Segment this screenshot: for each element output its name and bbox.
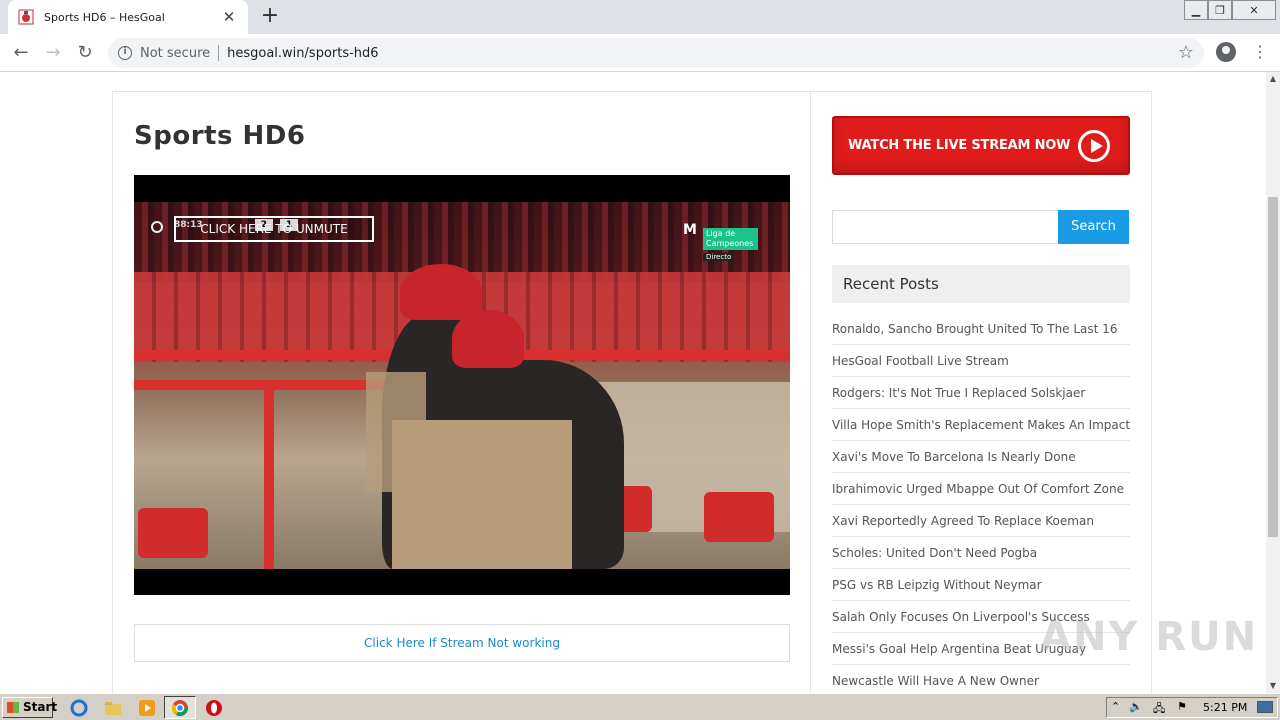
- tray-expand-icon[interactable]: ⌃: [1111, 700, 1120, 713]
- address-bar[interactable]: i Not secure hesgoal.win/sports-hd6 ☆: [108, 38, 1204, 68]
- red-post: [264, 380, 274, 569]
- play-icon: [1078, 130, 1110, 162]
- person-hat: [400, 264, 482, 320]
- recent-post-link[interactable]: HesGoal Football Live Stream: [832, 345, 1130, 377]
- recent-post-link[interactable]: Newcastle Will Have A New Owner: [832, 665, 1130, 693]
- stream-not-working-link[interactable]: Click Here If Stream Not working: [134, 624, 790, 662]
- tab-strip: Sports HD6 – HesGoal ✕ + ▁ ❐ ✕: [0, 0, 1280, 34]
- minimize-icon[interactable]: ▁: [1184, 0, 1208, 20]
- close-tab-icon[interactable]: ✕: [220, 8, 238, 26]
- forward-icon[interactable]: →: [40, 40, 66, 66]
- person-hat: [452, 310, 524, 368]
- folder-icon[interactable]: [104, 699, 122, 717]
- badge-line-2: Campeones: [706, 239, 754, 248]
- page-title: Sports HD6: [134, 121, 306, 151]
- red-seat: [138, 508, 208, 558]
- recent-post-link[interactable]: Ibrahimovic Urged Mbappe Out Of Comfort …: [832, 473, 1130, 505]
- browser-tab[interactable]: Sports HD6 – HesGoal ✕: [8, 0, 248, 34]
- media-player-icon[interactable]: [138, 699, 156, 717]
- recent-post-link[interactable]: Scholes: United Don't Need Pogba: [832, 537, 1130, 569]
- kebab-menu-icon[interactable]: ⋮: [1252, 42, 1268, 62]
- flag-icon[interactable]: ⚑: [1177, 700, 1187, 713]
- recent-post-link[interactable]: Ronaldo, Sancho Brought United To The La…: [832, 313, 1130, 345]
- broadcaster-logo-icon: M: [683, 222, 697, 238]
- url-text[interactable]: hesgoal.win/sports-hd6: [227, 46, 378, 61]
- search-input[interactable]: [832, 210, 1059, 244]
- start-label: Start: [23, 700, 58, 714]
- browser-toolbar: ← → ↻ i Not secure hesgoal.win/sports-hd…: [0, 34, 1280, 72]
- recent-post-link[interactable]: Villa Hope Smith's Replacement Makes An …: [832, 409, 1130, 441]
- opera-icon[interactable]: [205, 699, 223, 717]
- recent-post-link[interactable]: Xavi's Move To Barcelona Is Nearly Done: [832, 441, 1130, 473]
- recent-posts-heading: Recent Posts: [832, 265, 1130, 303]
- windows-taskbar: Start ⌃ 🔈 🖧 ⚑ 5:21 PM: [0, 693, 1280, 720]
- person-jacket: [392, 420, 572, 569]
- restore-icon[interactable]: ❐: [1208, 0, 1232, 20]
- banner-text: WATCH THE LIVE STREAM NOW: [848, 138, 1071, 153]
- unmute-button[interactable]: CLICK HERE TO UNMUTE: [174, 216, 374, 242]
- competition-logo-icon: [151, 221, 163, 233]
- recent-post-link[interactable]: Xavi Reportedly Agreed To Replace Koeman: [832, 505, 1130, 537]
- divider: [218, 45, 220, 61]
- show-desktop-icon[interactable]: [1257, 701, 1273, 713]
- live-stream-banner[interactable]: WATCH THE LIVE STREAM NOW: [832, 116, 1130, 175]
- start-button[interactable]: Start: [2, 697, 57, 718]
- internet-explorer-icon[interactable]: [70, 699, 88, 717]
- security-status: Not secure: [140, 45, 211, 61]
- page-viewport: Sports HD6 88:13 2 1 CLICK HERE TO UNMUT…: [0, 72, 1266, 693]
- recent-post-link[interactable]: Rodgers: It's Not True I Replaced Solskj…: [832, 377, 1130, 409]
- reload-icon[interactable]: ↻: [72, 40, 98, 66]
- network-icon[interactable]: 🖧: [1153, 700, 1165, 719]
- search-button[interactable]: Search: [1058, 210, 1129, 244]
- scroll-down-icon[interactable]: ▼: [1266, 679, 1280, 693]
- column-divider: [810, 91, 811, 693]
- recent-post-link[interactable]: PSG vs RB Leipzig Without Neymar: [832, 569, 1130, 601]
- back-icon[interactable]: ←: [8, 40, 34, 66]
- tab-title: Sports HD6 – HesGoal: [44, 10, 165, 24]
- close-window-icon[interactable]: ✕: [1232, 0, 1276, 20]
- video-frame: [134, 202, 790, 569]
- bookmark-star-icon[interactable]: ☆: [1178, 42, 1194, 63]
- video-player[interactable]: 88:13 2 1 CLICK HERE TO UNMUTE M Liga de…: [134, 175, 790, 595]
- scroll-thumb[interactable]: [1268, 197, 1278, 537]
- system-tray: ⌃ 🔈 🖧 ⚑ 5:21 PM: [1106, 697, 1278, 718]
- volume-icon[interactable]: 🔈: [1129, 700, 1143, 713]
- badge-line-1: Liga de: [706, 229, 736, 238]
- page-scrollbar[interactable]: ▲ ▼: [1266, 72, 1280, 693]
- site-favicon-icon: [18, 9, 34, 25]
- info-icon[interactable]: i: [118, 46, 132, 60]
- profile-avatar-icon[interactable]: [1216, 42, 1236, 62]
- anyrun-watermark: ANY RUN: [1040, 614, 1259, 660]
- live-label: Directo: [703, 253, 735, 261]
- chrome-icon: [171, 700, 189, 717]
- red-seat: [704, 492, 774, 542]
- taskbar-chrome-item[interactable]: [164, 696, 196, 719]
- new-tab-button[interactable]: +: [258, 5, 282, 28]
- scroll-up-icon[interactable]: ▲: [1266, 72, 1280, 86]
- channel-badge: Liga de Campeones: [703, 228, 758, 250]
- windows-logo-icon: [7, 702, 19, 713]
- taskbar-clock[interactable]: 5:21 PM: [1203, 698, 1247, 717]
